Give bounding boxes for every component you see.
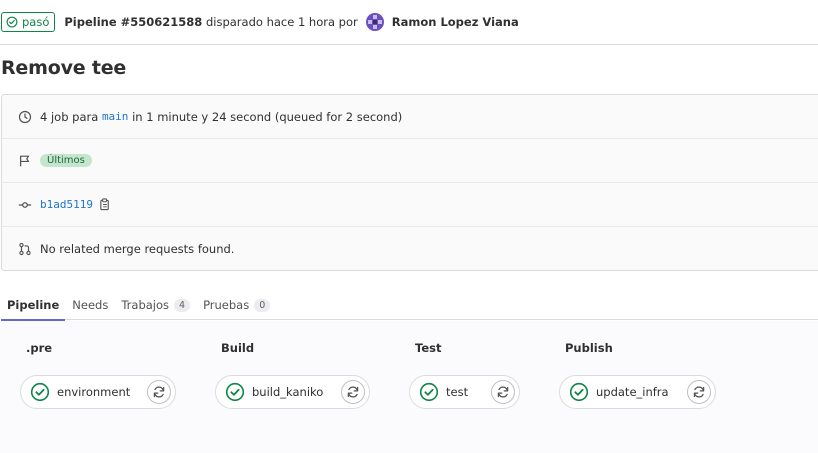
branch-link[interactable]: main xyxy=(102,110,129,123)
pipeline-tabs: Pipeline Needs Trabajos 4 Pruebas 0 xyxy=(1,290,818,321)
status-badge[interactable]: pasó xyxy=(1,12,56,32)
job-name: update_infra xyxy=(596,385,669,399)
merge-request-icon xyxy=(18,242,32,256)
tab-count-badge: 4 xyxy=(174,298,191,312)
job-name: test xyxy=(446,385,469,399)
author-name[interactable]: Ramon Lopez Viana xyxy=(392,15,519,29)
retry-button[interactable] xyxy=(491,380,515,404)
pipeline-header: pasó Pipeline #550621588 disparado hace … xyxy=(0,0,818,45)
status-success-icon xyxy=(419,382,439,402)
tab-label: Trabajos xyxy=(121,298,170,312)
retry-button[interactable] xyxy=(687,380,711,404)
triggered-text: disparado hace 1 hora por xyxy=(205,15,358,29)
pipeline-meta: Pipeline #550621588 disparado hace 1 hor… xyxy=(64,15,357,29)
status-label: pasó xyxy=(22,15,50,29)
job-card[interactable]: test xyxy=(409,375,520,409)
duration-text: in 1 minute y 24 second (queued for 2 se… xyxy=(132,109,403,124)
commit-sha-link[interactable]: b1ad5119 xyxy=(40,198,93,211)
retry-icon xyxy=(693,386,705,398)
job-card[interactable]: update_infra xyxy=(559,375,716,409)
status-success-icon xyxy=(569,382,589,402)
tab-label: Pruebas xyxy=(203,298,250,312)
status-success-icon xyxy=(225,382,245,402)
pipeline-info-box: 4 job para main in 1 minute y 24 second … xyxy=(1,94,818,271)
job-card[interactable]: environment xyxy=(20,375,176,409)
status-success-icon xyxy=(6,16,18,28)
commit-row: b1ad5119 xyxy=(2,183,818,227)
job-card[interactable]: build_kaniko xyxy=(215,375,370,409)
commit-icon xyxy=(18,198,32,212)
tab-needs[interactable]: Needs xyxy=(66,290,114,320)
merge-requests-row: No related merge requests found. xyxy=(2,227,818,271)
pipeline-graph: .pre environment Build build_kaniko Test… xyxy=(0,321,818,453)
tab-label: Needs xyxy=(72,298,109,312)
stage-title: Test xyxy=(415,341,442,355)
tab-jobs[interactable]: Trabajos 4 xyxy=(115,290,196,320)
retry-icon xyxy=(347,386,359,398)
tab-label: Pipeline xyxy=(7,298,60,312)
flag-icon xyxy=(18,154,32,168)
stage-title: Publish xyxy=(565,341,613,355)
tab-count-badge: 0 xyxy=(254,298,271,312)
latest-badge: Últimos xyxy=(40,154,92,167)
retry-button[interactable] xyxy=(341,380,365,404)
jobs-prefix: 4 job para xyxy=(40,109,99,124)
page-title: Remove tee xyxy=(1,57,127,79)
status-success-icon xyxy=(30,382,50,402)
stage-title: Build xyxy=(221,341,255,355)
merge-requests-text: No related merge requests found. xyxy=(40,242,235,256)
job-name: environment xyxy=(57,385,131,399)
jobs-summary-row: 4 job para main in 1 minute y 24 second … xyxy=(2,95,818,139)
retry-button[interactable] xyxy=(147,380,171,404)
retry-icon xyxy=(153,386,165,398)
retry-icon xyxy=(497,386,509,398)
clock-icon xyxy=(18,110,32,124)
avatar[interactable] xyxy=(365,13,384,31)
tab-tests[interactable]: Pruebas 0 xyxy=(197,290,276,320)
stage-title: .pre xyxy=(26,341,53,355)
latest-row: Últimos xyxy=(2,139,818,183)
tab-pipeline[interactable]: Pipeline xyxy=(1,290,66,321)
copy-icon[interactable] xyxy=(99,198,111,211)
pipeline-id: Pipeline #550621588 xyxy=(64,15,203,29)
job-name: build_kaniko xyxy=(252,385,324,399)
